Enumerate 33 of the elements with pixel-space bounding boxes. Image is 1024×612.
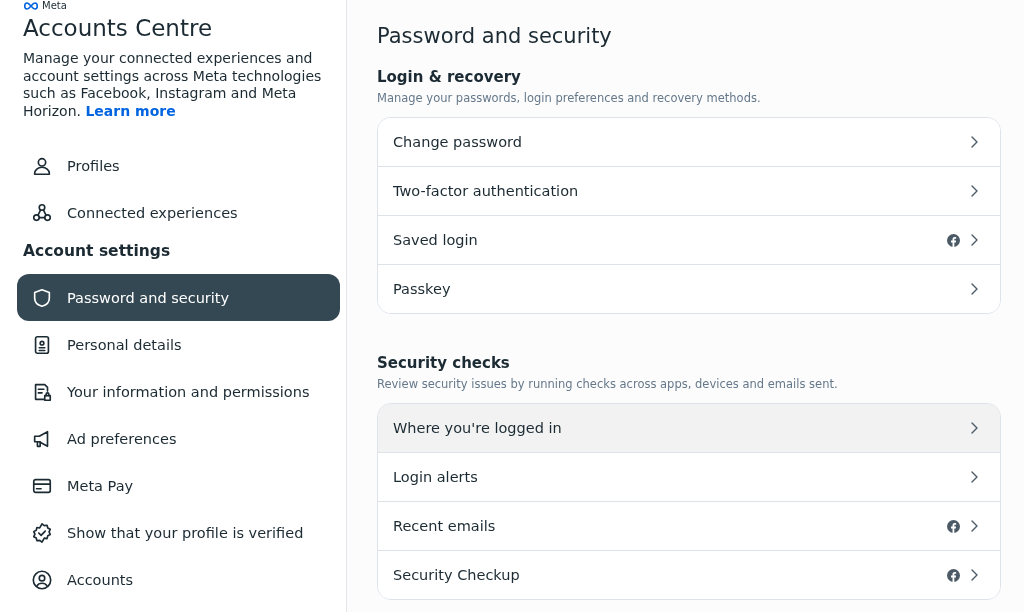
page-title: Password and security	[377, 24, 613, 48]
sidebar-item[interactable]: Password and security	[17, 274, 340, 321]
section-description: Manage your passwords, login preferences and recovery methods.	[377, 91, 762, 105]
sidebar-title: Accounts Centre	[23, 15, 214, 41]
learn-more-link[interactable]: Learn more	[85, 102, 176, 119]
chevron-right-icon	[969, 471, 979, 483]
account-circle-icon	[31, 568, 53, 591]
infinity-logo-icon	[23, 2, 39, 10]
sidebar-item[interactable]: Accounts	[17, 556, 340, 603]
chevron-right-icon	[969, 520, 979, 532]
sidebar-item[interactable]: Show that your profile is verified	[17, 509, 340, 556]
section-heading: Account settings	[23, 242, 172, 260]
logo-text: Meta	[42, 0, 67, 12]
sidebar-item[interactable]: Ad preferences	[17, 415, 340, 462]
settings-row[interactable]: Where you're logged in	[378, 404, 1000, 452]
verified-badge-icon	[31, 521, 53, 544]
section-title: Security checks	[377, 354, 511, 372]
sidebar-item[interactable]: Personal details	[17, 321, 340, 368]
chevron-right-icon	[969, 136, 979, 148]
chevron-right-icon	[969, 283, 979, 295]
section-description: Review security issues by running checks across apps, devices and emails sent.	[377, 377, 839, 391]
chevron-right-icon	[969, 234, 979, 246]
section-title: Login & recovery	[377, 68, 522, 86]
sidebar-item[interactable]: Connected experiences	[17, 189, 340, 236]
sidebar-item[interactable]: Meta Pay	[17, 462, 340, 509]
shield-icon	[31, 286, 53, 309]
connected-nodes-icon	[31, 201, 53, 224]
sidebar-item[interactable]: Your information and permissions	[17, 368, 340, 415]
chevron-right-icon	[969, 185, 979, 197]
chevron-right-icon	[969, 422, 979, 434]
sidebar-item[interactable]: Profiles	[17, 142, 340, 189]
sidebar-description: Manage your connected experiences and account settings across Meta technologies such as Facebook, Instagram and Meta Horizon. Learn more	[23, 50, 323, 120]
chevron-right-icon	[969, 569, 979, 581]
